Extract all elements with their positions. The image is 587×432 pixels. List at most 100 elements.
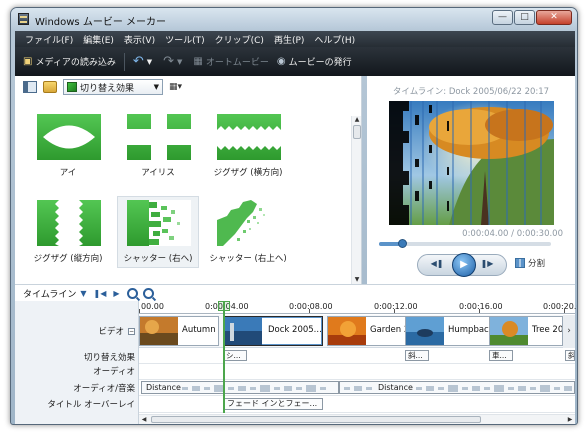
timeline-dropdown[interactable]: タイムライン	[23, 287, 76, 300]
ruler-label: 0:00:08.00	[289, 302, 333, 311]
track-transitions-label: 切り替え効果	[83, 353, 135, 363]
title-overlay-track: フェード インとフェー...	[139, 396, 575, 413]
video-clip[interactable]: Autumn Le...	[139, 316, 219, 346]
next-frame-icon[interactable]: ❚▶	[478, 259, 496, 271]
undo-button[interactable]: ↶ ▼	[133, 54, 155, 69]
scroll-right-icon[interactable]: ▶	[565, 415, 575, 424]
collections-scrollbar[interactable]: ▲ ▼	[351, 116, 361, 284]
chevron-down-icon[interactable]: ▼	[80, 289, 86, 298]
track-title-overlay[interactable]: タイトル オーバーレイ	[15, 398, 135, 410]
seek-bar[interactable]	[379, 239, 551, 248]
menu-clip[interactable]: クリップ(C)	[215, 33, 264, 46]
menu-edit[interactable]: 編集(E)	[83, 33, 114, 46]
transition-thumbnail	[127, 200, 191, 246]
transitions-track: シ... 斜... 車... 斜	[139, 348, 575, 364]
ruler-tick	[139, 309, 140, 313]
track-transitions[interactable]: 切り替え効果	[15, 351, 135, 363]
transition-thumbnail	[127, 114, 191, 160]
transition-thumbnail	[217, 114, 281, 160]
collapse-icon[interactable]: −	[128, 328, 135, 335]
transition-tile-zigzag-horizontal[interactable]: ジグザグ (横方向)	[207, 110, 289, 182]
zoom-in-icon[interactable]	[126, 287, 138, 299]
scroll-up-icon[interactable]: ▲	[353, 116, 361, 124]
clip-thumbnail	[406, 317, 444, 345]
redo-button[interactable]: ↷ ▼	[163, 54, 185, 69]
minimize-button[interactable]: —	[492, 10, 513, 25]
transition-tile-shutter-upper-right[interactable]: シャッター (右上へ)	[207, 196, 289, 268]
menu-help[interactable]: ヘルプ(H)	[314, 33, 355, 46]
play-button[interactable]: ▶	[452, 253, 476, 277]
title-bar: Windows ムービー メーカー — □ ✕	[11, 8, 577, 30]
scroll-thumb[interactable]	[151, 416, 481, 423]
track-audio[interactable]: オーディオ	[15, 365, 135, 377]
ruler-label: 0:00:20.00	[543, 302, 577, 311]
collection-folder-icon[interactable]	[43, 81, 57, 93]
close-button[interactable]: ✕	[536, 10, 572, 25]
timeline-ruler[interactable]: 00.00 0:00:04.00 0:00:08.00 0:00:12.00 0…	[139, 301, 577, 314]
transition-clip[interactable]: シ...	[223, 350, 247, 361]
auto-movie-button[interactable]: ▦ オートムービー	[193, 55, 268, 68]
menu-bar: ファイル(F) 編集(E) 表示(V) ツール(T) クリップ(C) 再生(P)…	[15, 31, 575, 47]
clip-name: Dock 2005...	[268, 325, 322, 335]
chevron-right-icon[interactable]: ›	[563, 315, 575, 348]
transition-tile-iris[interactable]: アイリス	[117, 110, 199, 182]
transition-tile-shutter-right[interactable]: シャッター (右へ)	[117, 196, 199, 268]
menu-file[interactable]: ファイル(F)	[25, 33, 73, 46]
audio-clip[interactable]: Distance	[141, 381, 339, 394]
rewind-icon[interactable]: ❚◀	[94, 289, 107, 298]
playhead[interactable]	[223, 301, 225, 413]
clip-thumbnail	[328, 317, 366, 345]
transition-label: シャッター (右上へ)	[209, 254, 287, 264]
split-label: 分割	[528, 259, 546, 269]
menu-tools[interactable]: ツール(T)	[165, 33, 205, 46]
video-clip[interactable]: Tree 20	[489, 316, 563, 346]
title-clip[interactable]: フェード インとフェー...	[223, 398, 323, 410]
publish-movie-icon: ◉	[276, 56, 286, 67]
scroll-left-icon[interactable]: ◀	[139, 415, 149, 424]
view-options-icon[interactable]: ▦▾	[169, 82, 182, 92]
clip-name: Autumn Le...	[182, 325, 218, 335]
collections-pane: 切り替え効果 ▼ ▦▾ アイ アイリス ジグザグ (横方向) ジグザグ (縦方向…	[15, 76, 362, 284]
timeline: ビデオ − 切り替え効果 オーディオ オーディオ/音楽 タイトル オーバーレイ 0…	[15, 301, 577, 424]
preview-monitor: タイムライン: Dock 2005/06/22 20:17 0:00:04.00…	[367, 76, 575, 284]
window-controls: — □ ✕	[492, 10, 572, 25]
seek-handle[interactable]	[397, 239, 407, 248]
task-pane-toggle-icon[interactable]	[23, 81, 37, 93]
previous-frame-icon[interactable]: ◀❚	[428, 259, 446, 271]
collection-dropdown[interactable]: 切り替え効果 ▼	[63, 79, 163, 95]
track-video[interactable]: ビデオ −	[15, 325, 135, 337]
transition-clip[interactable]: 斜...	[405, 350, 429, 361]
video-track: Autumn Le... Dock 2005... Garden 20... H…	[139, 315, 575, 348]
transition-clip[interactable]: 車...	[489, 350, 513, 361]
window-title: Windows ムービー メーカー	[35, 17, 166, 28]
menu-play[interactable]: 再生(P)	[274, 33, 304, 46]
scroll-down-icon[interactable]: ▼	[353, 276, 361, 284]
ruler-tick	[479, 309, 480, 313]
split-button[interactable]: 分割	[515, 257, 545, 269]
toolbar-divider	[123, 52, 125, 71]
zoom-out-icon[interactable]	[142, 287, 154, 299]
menu-view[interactable]: 表示(V)	[124, 33, 155, 46]
maximize-button[interactable]: □	[514, 10, 535, 25]
transition-label: アイ	[59, 168, 77, 178]
track-video-label: ビデオ	[98, 327, 124, 337]
app-window: Windows ムービー メーカー — □ ✕ ファイル(F) 編集(E) 表示…	[10, 7, 578, 425]
audio-clip[interactable]: Distance	[339, 381, 575, 394]
auto-movie-icon: ▦	[193, 56, 203, 67]
transition-clip[interactable]: 斜	[565, 350, 575, 361]
timeline-scrollbar[interactable]: ◀ ▶	[139, 414, 575, 424]
chevron-down-icon: ▼	[153, 83, 159, 91]
track-audio-music[interactable]: オーディオ/音楽	[15, 382, 135, 394]
video-clip[interactable]: Dock 2005...	[223, 316, 323, 346]
transition-tile-zigzag-vertical[interactable]: ジグザグ (縦方向)	[27, 196, 109, 268]
clip-thumbnail	[224, 317, 262, 345]
import-media-button[interactable]: ▣ メディアの読み込み	[23, 55, 116, 68]
ruler-tick	[309, 309, 310, 313]
scroll-thumb[interactable]	[353, 125, 361, 139]
preview-title: タイムライン: Dock 2005/06/22 20:17	[392, 87, 550, 97]
transition-label: ジグザグ (縦方向)	[33, 254, 103, 264]
play-timeline-icon[interactable]: ▶	[113, 289, 119, 298]
publish-movie-button[interactable]: ◉ ムービーの発行	[277, 55, 352, 68]
transition-tile-eye[interactable]: アイ	[27, 110, 109, 182]
transition-icon	[67, 82, 77, 92]
